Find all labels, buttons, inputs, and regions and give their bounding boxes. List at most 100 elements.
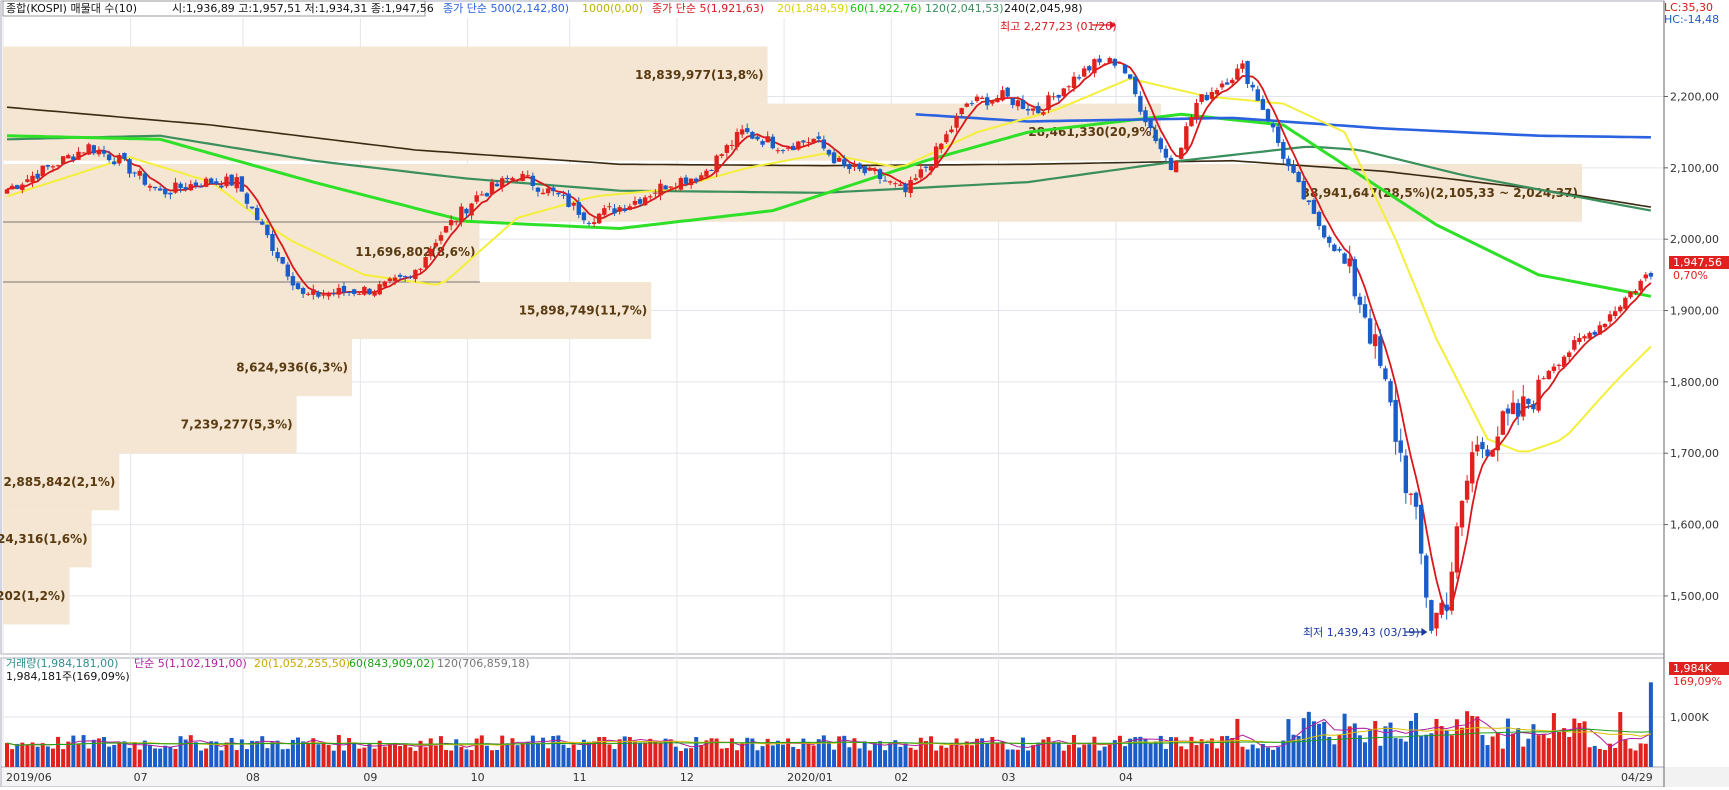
volume-ma5: 단순 5(1,102,191,00) <box>134 657 247 670</box>
candle-body <box>183 187 188 190</box>
legend-ma5: 종가 단순 5(1,921,63) <box>652 2 764 15</box>
volume-bar <box>913 749 918 767</box>
volume-bar <box>1444 730 1449 767</box>
candle-body <box>336 287 342 295</box>
volume-bar <box>1357 735 1362 767</box>
candle-body <box>397 274 403 277</box>
volume-bar <box>168 747 173 767</box>
volume-bar <box>1266 747 1270 767</box>
candle-body <box>1112 58 1118 66</box>
candle-body <box>1066 86 1072 88</box>
candle-body <box>673 187 678 189</box>
candle-body <box>479 194 484 196</box>
candle-body <box>1454 526 1460 573</box>
candle-body <box>1434 612 1439 629</box>
volume-bar <box>484 745 489 767</box>
volume-bar <box>1429 733 1434 767</box>
candle-body <box>1061 88 1066 97</box>
candle-body <box>648 196 653 198</box>
candle-body <box>81 152 86 154</box>
candle-body <box>142 173 148 185</box>
axis-corner <box>1664 767 1729 787</box>
volume-bar <box>117 742 122 767</box>
candle-body <box>1439 602 1444 615</box>
candle-body <box>1184 126 1189 150</box>
candle-body <box>694 178 699 182</box>
volume-bar <box>107 746 112 767</box>
candle-body <box>101 150 107 154</box>
volume-bar <box>903 743 908 767</box>
candle-body <box>178 183 183 189</box>
candle-body <box>306 293 311 295</box>
volume-bar <box>219 750 224 767</box>
candle-body <box>147 185 153 188</box>
volume-bar <box>1521 746 1526 767</box>
candle-body <box>1235 68 1240 80</box>
candle-body <box>842 159 847 166</box>
candle-body <box>1500 411 1506 435</box>
candle-body <box>1260 99 1266 110</box>
candle-body <box>45 164 51 167</box>
volume-bar <box>1005 749 1010 767</box>
candle-body <box>862 166 867 174</box>
volume-bar <box>719 748 724 767</box>
volume-bar <box>1133 737 1138 767</box>
x-tick-label: 2019/06 <box>6 771 52 784</box>
candle-body <box>1265 109 1271 122</box>
candle-body <box>403 276 408 278</box>
candle-body <box>1352 259 1357 297</box>
candle-body <box>234 177 239 189</box>
candle-body <box>500 178 505 188</box>
candle-body <box>40 165 45 177</box>
candle-body <box>91 145 96 154</box>
candle-body <box>918 169 924 178</box>
volume-bar <box>1567 736 1572 767</box>
candle-body <box>1337 248 1342 251</box>
x-tick-label: 04/29 <box>1621 771 1653 784</box>
candle-body <box>387 278 393 281</box>
volume-bar <box>1378 745 1383 767</box>
high-annotation: 최고 2,277,23 (01/20) <box>1000 20 1117 33</box>
volume-bar <box>1500 748 1505 767</box>
candle-body <box>239 176 245 192</box>
candle-body <box>1071 76 1077 89</box>
volume-bar <box>1036 742 1041 767</box>
volume-bar <box>147 745 152 767</box>
candle-body <box>469 203 474 216</box>
candle-body <box>734 131 740 148</box>
volume-bar <box>336 735 341 767</box>
volume-bar <box>112 744 117 767</box>
candle-body <box>969 103 975 105</box>
candle-body <box>260 221 265 225</box>
candle-body <box>1240 63 1245 69</box>
volume-bar <box>1066 744 1071 767</box>
candle-body <box>229 174 234 186</box>
candle-body <box>775 150 781 152</box>
volume-bar <box>1434 718 1439 767</box>
candle-body <box>944 134 949 143</box>
candle-body <box>1618 306 1623 312</box>
volume-bar <box>40 743 45 767</box>
volume-bar <box>285 748 290 767</box>
volume-bar <box>923 741 928 767</box>
candle-body <box>1168 157 1174 171</box>
candle-body <box>1505 408 1511 414</box>
last-volume-value: 1,984K <box>1673 662 1712 675</box>
x-tick-label: 2020/01 <box>787 771 833 784</box>
candle-body <box>484 193 490 197</box>
volume-bar <box>408 747 413 767</box>
candle-body <box>1424 555 1429 598</box>
candle-body <box>1633 290 1638 294</box>
candle-body <box>755 136 760 140</box>
candle-body <box>474 195 479 202</box>
volume-bar <box>796 749 801 767</box>
candle-body <box>1107 57 1112 63</box>
volume-bar <box>1097 750 1102 767</box>
candle-body <box>602 208 607 215</box>
volume-bars <box>5 682 1653 767</box>
candle-body <box>1189 117 1194 127</box>
profile-label: 18,839,977(13,8%) <box>635 68 764 82</box>
volume-bar <box>770 745 775 767</box>
volume-bar <box>1010 749 1015 767</box>
legend-ma60: 60(1,922,76) <box>850 2 922 15</box>
